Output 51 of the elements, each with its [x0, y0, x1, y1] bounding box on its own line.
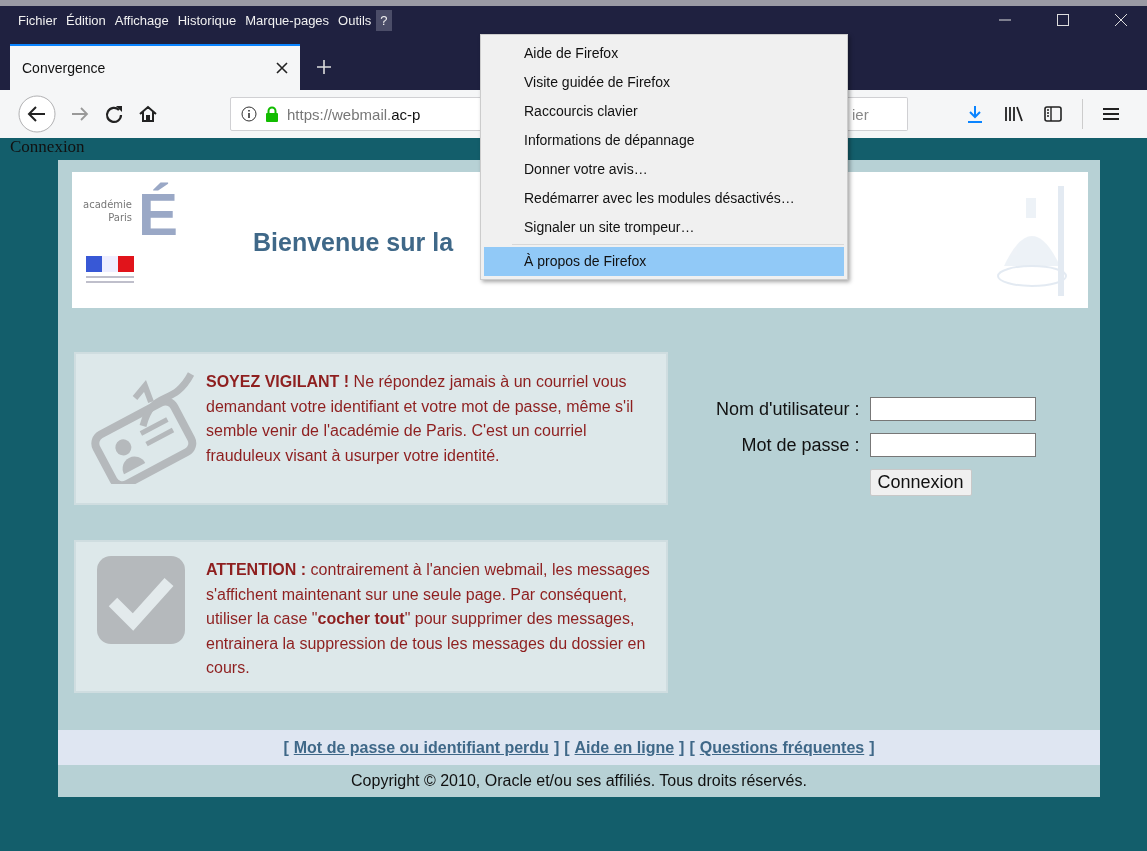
footer-link[interactable]: Aide en ligne	[574, 738, 675, 757]
logo-text: académie	[83, 198, 132, 211]
page-title: Bienvenue sur la	[253, 226, 454, 257]
menu-item[interactable]: Aide de Firefox	[484, 39, 844, 68]
library-icon[interactable]	[1004, 105, 1024, 123]
menu-item[interactable]: Visite guidée de Firefox	[484, 68, 844, 97]
bracket-text: ]	[553, 738, 560, 757]
reload-icon[interactable]	[104, 104, 124, 124]
copyright-text: Copyright © 2010, Oracle et/ou ses affiliés. Tous droits réservés.	[351, 772, 807, 790]
page-caption: Connexion	[10, 138, 85, 158]
browser-tab[interactable]: Convergence	[10, 44, 300, 90]
menu-item[interactable]: Outils	[334, 10, 376, 31]
input-field[interactable]	[869, 433, 1036, 457]
menu-icon[interactable]	[1103, 107, 1119, 121]
plus-icon[interactable]	[316, 59, 332, 75]
download-icon[interactable]	[966, 105, 984, 123]
menu-item[interactable]: Donner votre avis…	[484, 155, 844, 184]
checkbox-icon	[97, 556, 185, 644]
menu-item[interactable]: Fichier	[14, 10, 61, 31]
menu-item[interactable]: Historique	[173, 10, 241, 31]
bracket-text: [	[283, 738, 289, 757]
menu-item[interactable]: ?	[376, 10, 392, 31]
menu-item[interactable]: Signaler un site trompeur…	[484, 213, 844, 242]
footer-link[interactable]: Questions fréquentes	[699, 738, 865, 757]
home-icon[interactable]	[138, 104, 158, 124]
login-button[interactable]: Connexion	[869, 469, 972, 496]
footer-link[interactable]: Mot de passe ou identifiant perdu	[293, 738, 549, 757]
tab-title: Convergence	[22, 60, 106, 76]
lock-icon	[265, 106, 279, 122]
field-label: Mot de passe :	[740, 434, 860, 456]
notice-text: SOYEZ VIGILANT ! Ne répondez jamais à un courriel vous demandant votre identifiant et votre mot de passe, même s'il semble venir de l'académie de Paris. C'est un courriel frauduleux visant à usurper votre identité.	[206, 372, 635, 466]
info-icon[interactable]	[241, 106, 257, 122]
bracket-text: ]	[869, 738, 875, 757]
maximize-icon[interactable]	[1057, 14, 1069, 26]
back-icon[interactable]	[18, 95, 56, 133]
bracket-text: [	[689, 738, 695, 757]
bracket-text: ]	[679, 738, 685, 757]
logo-letter: É	[138, 180, 179, 250]
sidebar-icon[interactable]	[1044, 106, 1062, 122]
field-label: Nom d'utilisateur :	[716, 398, 860, 420]
url-text: https://webmail.ac-p	[287, 105, 421, 123]
menu-item[interactable]: À propos de Firefox	[484, 247, 844, 276]
menu-item[interactable]: Affichage	[110, 10, 173, 31]
logo-text: Paris	[108, 211, 132, 224]
menu-item[interactable]: Redémarrer avec les modules désactivés…	[484, 184, 844, 213]
menu-item[interactable]: Édition	[62, 10, 110, 31]
bracket-text: [	[564, 738, 570, 757]
close-icon[interactable]	[276, 62, 288, 74]
menu-item[interactable]: Marque-pages	[241, 10, 334, 31]
notice-text: ATTENTION : contrairement à l'ancien webmail, les messages s'affichent maintenant sur une seule page. Par conséquent, utiliser la case "cocher tout" pour supprimer des messages, entrainera la suppression de tous les messages du dossier en cours.	[206, 560, 651, 678]
input-field[interactable]	[869, 397, 1036, 421]
